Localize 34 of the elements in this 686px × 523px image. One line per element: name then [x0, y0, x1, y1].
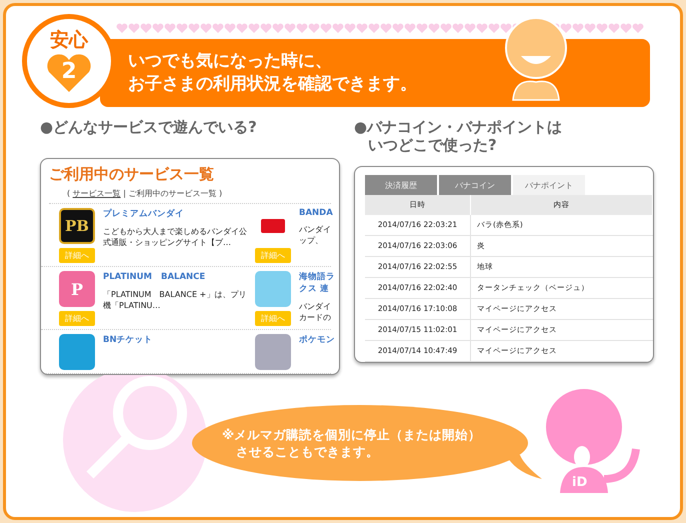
breadcrumb-bracket: ( [67, 189, 70, 198]
note-text: ※メルマガ購読を個別に停止（または開始） [222, 426, 482, 443]
heart-icon [46, 53, 92, 93]
service-name[interactable]: プレミアムバンダイ [103, 208, 249, 220]
service-name[interactable]: PLATINUM BALANCE [103, 271, 249, 283]
panel-title: ご利用中のサービス一覧 [48, 164, 215, 185]
service-description: バンダイ カードの [299, 301, 332, 323]
service-description: バンダイ ップ、 [299, 224, 332, 246]
service-logo-icon [255, 271, 291, 307]
section-heading: ●バナコイン・バナポイントは いつどこで使った? [354, 118, 564, 156]
service-logo-icon [59, 334, 95, 370]
breadcrumb-bracket: ) [219, 189, 222, 198]
breadcrumb-separator: | [123, 189, 126, 198]
tab[interactable]: バナコイン [439, 175, 511, 195]
section-heading: ●どんなサービスで遊んでいる? [40, 118, 258, 138]
breadcrumb-link[interactable]: サービス一覧 [72, 189, 121, 198]
headline-text: いつでも気になった時に、 [128, 50, 333, 73]
badge-label: 安心 [50, 28, 88, 53]
service-name[interactable]: BANDA [299, 208, 339, 218]
badge-number: 2 [61, 58, 77, 84]
headline-text: お子さまの利用状況を確認できます。 [128, 73, 418, 96]
service-name[interactable]: BNチケット [103, 334, 249, 346]
service-logo-icon: P [59, 271, 95, 307]
service-name[interactable]: 海物語ラ クス 連 [299, 271, 339, 295]
service-name[interactable]: ポケモン [299, 334, 339, 346]
breadcrumb-current: ご利用中のサービス一覧 [128, 189, 216, 198]
tab[interactable]: バナポイント [513, 175, 585, 195]
service-logo-icon: PB [59, 208, 95, 244]
service-description: 「PLATINUM BALANCE +」は、プリ機「PLATINU… [103, 289, 248, 311]
tab[interactable]: 決済履歴 [365, 175, 437, 195]
service-description: こどもから大人まで楽しめるバンダイ公式通販・ショッピングサイト【ブ… [103, 226, 248, 248]
shirt-text: iD [572, 475, 588, 490]
service-logo-icon [255, 334, 291, 370]
note-text: させることもできます。 [235, 443, 380, 460]
